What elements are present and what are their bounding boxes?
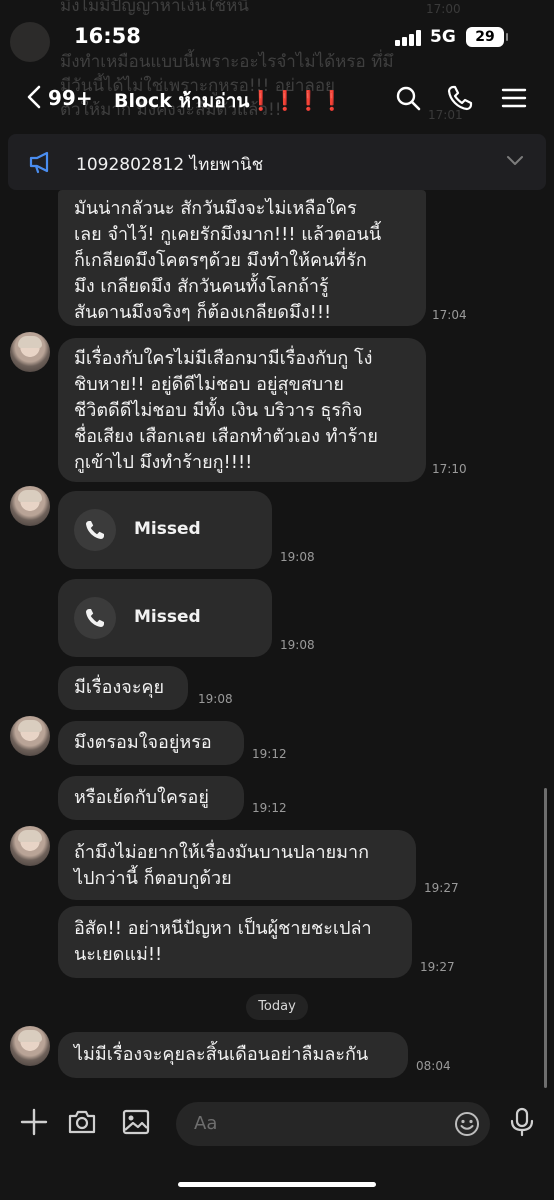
message-time: 19:12 [252,801,287,815]
missed-call-label: Missed [134,607,201,627]
message-time: 17:04 [432,308,467,322]
unread-count[interactable]: 99+ [48,86,93,110]
message-bubble[interactable]: ไม่มีเรื่องจะคุยละสิ้นเดือนอย่าลืมละกัน [58,1032,408,1078]
message-text: หรือเย้ดกับใครอยู่ [74,787,209,808]
message-time: 19:12 [252,747,287,761]
message-text: มีเรื่องกับใครไม่มีเสือกมามีเรื่องกับกู … [74,348,378,473]
phone-icon [74,597,116,639]
missed-call-label: Missed [134,519,201,539]
message-time: 19:08 [280,638,315,652]
avatar[interactable] [10,332,50,372]
message-text: อิสัด!! อย่าหนีปัญหา เป็นผู้ชายชะเปล่า น… [74,918,372,965]
avatar[interactable] [10,716,50,756]
message-time: 08:04 [416,1059,451,1073]
status-time: 16:58 [74,24,141,48]
battery-icon: 29 [466,27,508,47]
message-bubble[interactable]: ถ้ามึงไม่อยากให้เรื่องมันบานปลายมาก ไปกว… [58,830,416,900]
chat-title: Block ห้ามอ่าน❗️❗️❗️❗️ [114,90,344,112]
plus-icon[interactable] [18,1106,50,1138]
network-type: 5G [430,27,456,47]
hamburger-menu-icon[interactable] [500,84,528,112]
emoji-icon[interactable] [454,1111,480,1137]
message-text: มีเรื่องจะคุย [74,677,165,698]
announcement-bar[interactable]: 1092802812 ไทยพานิช [8,134,546,190]
announcement-text: 1092802812 ไทยพานิช [76,155,264,175]
phone-icon[interactable] [446,84,474,112]
phone-icon [74,509,116,551]
camera-icon[interactable] [66,1106,98,1138]
search-icon[interactable] [394,84,422,112]
missed-call-bubble[interactable]: Missed [58,579,272,657]
date-separator: Today [246,994,308,1020]
message-bubble[interactable]: หรือเย้ดกับใครอยู่ [58,776,244,820]
missed-call-bubble[interactable]: Missed [58,491,272,569]
message-time: 17:10 [432,462,467,476]
status-bar: 16:58 5G 29 [0,0,554,70]
message-time: 19:08 [280,550,315,564]
message-input-placeholder: Aa [194,1113,218,1134]
microphone-icon[interactable] [506,1106,538,1138]
message-text: มึงตรอมใจอยู่หรอ [74,732,212,753]
message-bubble[interactable]: มีเรื่องจะคุย [58,666,188,710]
message-text: ถ้ามึงไม่อยากให้เรื่องมันบานปลายมาก ไปกว… [74,842,370,889]
message-time: 19:27 [424,881,459,895]
message-bubble[interactable]: มันน่ากลัวนะ สักวันมึงจะไม่เหลือใคร เลย … [58,190,426,326]
avatar[interactable] [10,1026,50,1066]
message-bubble[interactable]: มึงตรอมใจอยู่หรอ [58,721,244,765]
message-bubble[interactable]: มีเรื่องกับใครไม่มีเสือกมามีเรื่องกับกู … [58,338,426,482]
message-text: ไม่มีเรื่องจะคุยละสิ้นเดือนอย่าลืมละกัน [74,1044,369,1065]
megaphone-icon [29,151,49,174]
avatar[interactable] [10,826,50,866]
message-time: 19:08 [198,692,233,706]
message-text: มันน่ากลัวนะ สักวันมึงจะไม่เหลือใคร เลย … [74,198,382,323]
chevron-down-icon[interactable] [506,154,524,168]
scrollbar[interactable] [544,788,547,1088]
home-indicator[interactable] [178,1182,376,1187]
signal-icon [395,30,421,46]
image-icon[interactable] [120,1106,152,1138]
chat-header: 99+ Block ห้ามอ่าน❗️❗️❗️❗️ [0,72,554,126]
message-bubble[interactable]: อิสัด!! อย่าหนีปัญหา เป็นผู้ชายชะเปล่า น… [58,906,412,978]
avatar[interactable] [10,486,50,526]
message-input[interactable]: Aa [176,1102,490,1146]
message-time: 19:27 [420,960,455,974]
